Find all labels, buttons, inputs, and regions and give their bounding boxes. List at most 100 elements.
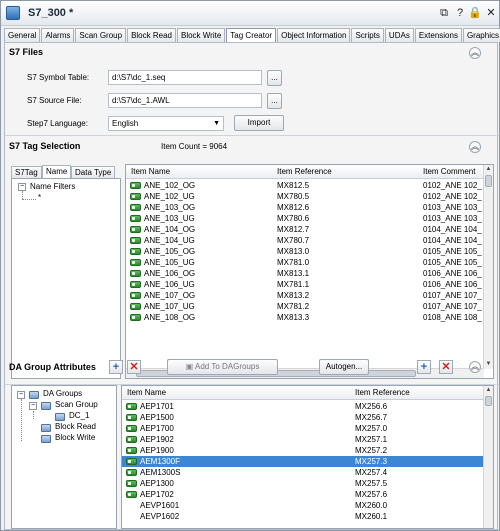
tag-row[interactable]: ANE_106_OG MX813.1 0106_ANE 106_ [126,268,493,279]
name-filters-node[interactable]: Name Filters [30,182,75,191]
da-col-item-name[interactable]: Item Name [127,388,166,397]
col-item-reference[interactable]: Item Reference [277,167,332,176]
collapse-scan-group-icon[interactable]: − [29,402,37,410]
import-button[interactable]: Import [234,115,284,131]
tab-block-write[interactable]: Block Write [176,28,226,42]
item-comment: 0105_ANE 105_ [423,258,482,267]
item-name: ANE_106_UG [144,280,195,289]
tag-icon [130,182,141,189]
da-items-grid: Item Name Item Reference AEP1701 MX256.6 A… [121,385,494,529]
tag-row[interactable]: ANE_104_OG MX812.7 0104_ANE 104_ [126,224,493,235]
collapse-s7-files-icon[interactable]: ︽ [469,47,481,59]
tag-row[interactable]: ANE_102_OG MX812.5 0102_ANE 102_ [126,180,493,191]
scroll-up-icon[interactable]: ▲ [484,386,493,395]
col-item-name[interactable]: Item Name [131,167,170,176]
collapse-tree-icon[interactable]: − [18,183,26,191]
help-icon[interactable]: ? [453,6,467,20]
tag-row[interactable]: ANE_106_UG MX781.1 0106_ANE 106_ [126,279,493,290]
da-row[interactable]: AEM1300S MX257.4 [122,467,493,478]
dc1-node[interactable]: DC_1 [69,411,89,420]
close-icon[interactable]: ✕ [484,6,498,20]
item-comment: 0106_ANE 106_ [423,269,482,278]
tab-graphics[interactable]: Graphics [462,28,500,42]
tag-row[interactable]: ANE_102_UG MX780.5 0102_ANE 102_ [126,191,493,202]
da-row[interactable]: AEP1900 MX257.2 [122,445,493,456]
item-comment: 0102_ANE 102_ [423,192,482,201]
tag-selection-header: S7 Tag Selection [9,141,81,151]
item-reference: MX260.1 [355,512,388,521]
add-item-icon[interactable]: + [417,360,431,374]
language-select[interactable]: English ▼ [108,116,224,131]
tab-general[interactable]: General [4,28,41,42]
da-row[interactable]: AEP1701 MX256.6 [122,401,493,412]
tab-alarms[interactable]: Alarms [41,28,75,42]
da-row[interactable]: AEP1702 MX257.6 [122,489,493,500]
tab-object-information[interactable]: Object Information [277,28,351,42]
scroll-up-icon[interactable]: ▲ [484,165,493,174]
item-name: AEP1902 [140,435,174,444]
subtab-data-type[interactable]: Data Type [71,166,116,178]
scroll-thumb[interactable] [485,396,492,406]
da-row[interactable]: AEVP1601 MX260.0 [122,500,493,511]
delete-item-icon[interactable]: ✕ [439,360,453,374]
restore-icon[interactable]: ⧉ [437,6,451,20]
divider [5,135,499,136]
item-name: AEVP1602 [140,512,180,521]
collapse-da-group-icon[interactable]: ︽ [469,361,481,373]
da-row[interactable]: AEP1700 MX257.0 [122,423,493,434]
scan-group-node[interactable]: Scan Group [55,400,98,409]
source-file-field[interactable]: d:\S7\dc_1.AWL [108,93,262,108]
subtab-s7tag[interactable]: S7Tag [11,166,42,178]
item-reference: MX780.6 [277,214,310,223]
tag-row[interactable]: ANE_107_UG MX781.2 0107_ANE 107_ [126,301,493,312]
block-write-node[interactable]: Block Write [55,433,95,442]
block-read-node[interactable]: Block Read [55,422,96,431]
tab-scripts[interactable]: Scripts [351,28,384,42]
add-to-dagroups-button[interactable]: ▣ Add To DAGroups [167,359,278,375]
scroll-down-icon[interactable]: ▼ [484,360,493,369]
subtab-name[interactable]: Name [42,165,72,178]
col-item-comment[interactable]: Item Comment [423,167,475,176]
tag-icon [130,292,141,299]
tag-row[interactable]: ANE_105_OG MX813.0 0105_ANE 105_ [126,246,493,257]
tab-tag-creator[interactable]: Tag Creator [226,28,277,43]
da-row[interactable]: AEM1300F MX257.3 [122,456,493,467]
da-row[interactable]: AEVP1602 MX260.1 [122,511,493,522]
item-comment: 0105_ANE 105_ [423,247,482,256]
symbol-table-field[interactable]: d:\S7\dc_1.seq [108,70,262,85]
browse-source-file-button[interactable]: ... [267,93,282,109]
tag-row[interactable]: ANE_105_UG MX781.0 0105_ANE 105_ [126,257,493,268]
da-groups-node[interactable]: DA Groups [43,389,82,398]
item-name: ANE_104_OG [144,225,196,234]
tag-row[interactable]: ANE_104_UG MX780.7 0104_ANE 104_ [126,235,493,246]
item-reference: MX781.0 [277,258,310,267]
da-row[interactable]: AEP1300 MX257.5 [122,478,493,489]
add-to-dagroups-label: Add To DAGroups [195,362,260,371]
collapse-da-groups-icon[interactable]: − [17,391,25,399]
scroll-thumb[interactable] [485,175,492,187]
tab-block-read[interactable]: Block Read [127,28,176,42]
tag-grid-header: Item Name ^ Item Reference Item Comment [126,165,493,179]
tag-grid-vscroll[interactable]: ▲ ▼ [483,165,493,369]
tab-scan-group[interactable]: Scan Group [75,28,127,42]
lock-icon[interactable]: 🔒 [468,6,482,20]
delete-group-icon[interactable]: ✕ [127,360,141,374]
tab-extensions[interactable]: Extensions [414,28,462,42]
da-col-item-reference[interactable]: Item Reference [355,388,410,397]
da-row[interactable]: AEP1902 MX257.1 [122,434,493,445]
item-name: ANE_108_OG [144,313,196,322]
tab-udas[interactable]: UDAs [384,28,414,42]
da-grid-vscroll[interactable]: ▲ [483,386,493,528]
autogen-button[interactable]: Autogen... [319,359,369,375]
tag-row[interactable]: ANE_103_OG MX812.6 0103_ANE 103_ [126,202,493,213]
tag-row[interactable]: ANE_103_UG MX780.6 0103_ANE 103_ [126,213,493,224]
item-name: AEP1701 [140,402,174,411]
wildcard-filter-node[interactable]: * [38,193,41,202]
tag-row[interactable]: ANE_107_OG MX813.2 0107_ANE 107_ [126,290,493,301]
tag-row[interactable]: ANE_108_OG MX813.3 0108_ANE 108_ [126,312,493,323]
browse-symbol-table-button[interactable]: ... [267,70,282,86]
da-row[interactable]: AEP1500 MX256.7 [122,412,493,423]
collapse-tag-selection-icon[interactable]: ︽ [469,141,481,153]
add-group-icon[interactable]: + [109,360,123,374]
tag-icon [126,469,137,476]
